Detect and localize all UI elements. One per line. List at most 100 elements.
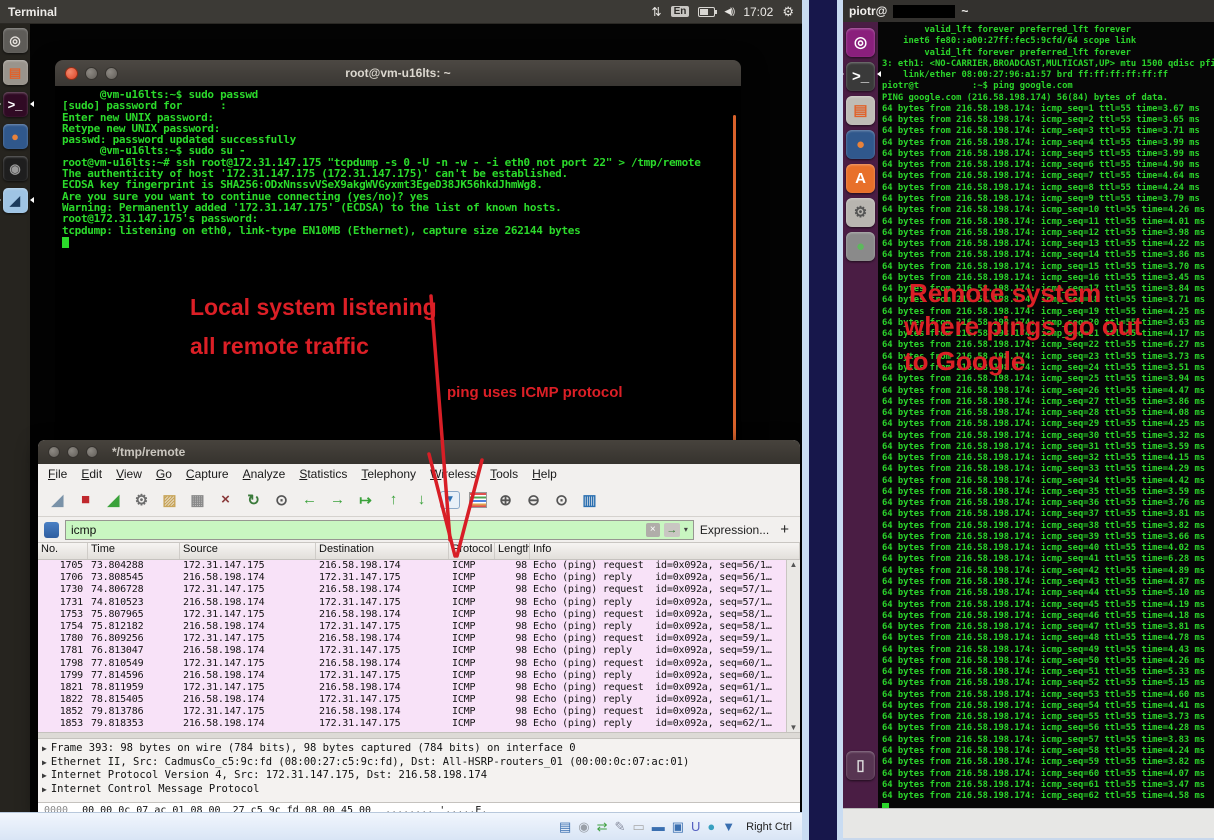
system-settings-icon[interactable]: ⚙	[846, 198, 875, 227]
packet-row[interactable]: 175375.807965172.31.147.175216.58.198.17…	[38, 609, 787, 621]
firefox-icon[interactable]: ●	[3, 124, 28, 149]
column-header-no[interactable]: No.	[38, 543, 88, 559]
open-file-icon[interactable]: ▨	[160, 491, 179, 509]
capture-options-icon[interactable]: ⚙	[132, 491, 151, 509]
status-menu-icon[interactable]: ▼	[722, 820, 735, 833]
menu-wireless[interactable]: Wireless	[430, 467, 476, 481]
go-to-packet-icon[interactable]: ↦	[356, 491, 375, 509]
packet-row[interactable]: 182178.811959172.31.147.175216.58.198.17…	[38, 682, 787, 694]
bookmark-icon[interactable]	[44, 522, 59, 538]
files-icon[interactable]: ▤	[3, 60, 28, 85]
wireshark-titlebar[interactable]: */tmp/remote	[38, 440, 800, 464]
expand-arrow-icon[interactable]: ▶	[42, 785, 47, 794]
packet-row[interactable]: 175475.812182216.58.198.174172.31.147.17…	[38, 621, 787, 633]
wireshark-icon[interactable]: ◢	[3, 188, 28, 213]
close-file-icon[interactable]: ×	[216, 491, 235, 508]
go-last-icon[interactable]: ↓	[412, 491, 431, 508]
detail-row[interactable]: ▶Internet Protocol Version 4, Src: 172.3…	[42, 769, 800, 783]
scroll-up-icon[interactable]: ▲	[790, 560, 798, 569]
menu-file[interactable]: File	[48, 467, 67, 481]
session-gear-icon[interactable]: ⚙	[782, 4, 794, 20]
close-button[interactable]	[48, 446, 60, 458]
filter-input[interactable]: icmp × → ▾	[65, 520, 694, 540]
shared-clipboard-icon[interactable]: ●	[707, 820, 715, 833]
expand-arrow-icon[interactable]: ▶	[42, 744, 47, 753]
filter-dropdown-caret[interactable]: ▾	[684, 525, 688, 534]
expand-arrow-icon[interactable]: ▶	[42, 758, 47, 767]
packet-list-header[interactable]: No.TimeSourceDestinationProtocolLengthIn…	[38, 543, 800, 560]
terminal-icon[interactable]: >_	[846, 62, 875, 91]
menu-help[interactable]: Help	[532, 467, 557, 481]
network-arrows-icon[interactable]: ⇅	[652, 5, 662, 19]
close-button[interactable]	[65, 67, 78, 80]
detail-row[interactable]: ▶Ethernet II, Src: CadmusCo_c5:9c:fd (08…	[42, 756, 800, 770]
zoom-in-icon[interactable]: ⊕	[496, 491, 515, 509]
clear-filter-button[interactable]: ×	[646, 523, 660, 537]
seamless-window-icon[interactable]: ▣	[672, 820, 684, 833]
stop-capture-icon[interactable]: ■	[76, 491, 95, 508]
menu-capture[interactable]: Capture	[186, 467, 229, 481]
camera-app-icon[interactable]: ◉	[3, 156, 28, 181]
guest-additions-icon[interactable]: U	[691, 820, 700, 833]
trash-icon[interactable]: ▯	[846, 751, 875, 780]
packet-row[interactable]: 185279.813786172.31.147.175216.58.198.17…	[38, 706, 787, 718]
packet-row[interactable]: 173174.810523216.58.198.174172.31.147.17…	[38, 597, 787, 609]
save-file-icon[interactable]: ▦	[188, 491, 207, 509]
terminal-scrollbar[interactable]	[733, 115, 736, 450]
restart-capture-icon[interactable]: ◢	[104, 491, 123, 509]
remote-terminal-output[interactable]: valid_lft forever preferred_lft forever …	[878, 22, 1214, 808]
terminal-titlebar[interactable]: root@vm-u16lts: ~	[55, 60, 741, 86]
packet-row[interactable]: 178076.809256172.31.147.175216.58.198.17…	[38, 633, 787, 645]
resize-columns-icon[interactable]: ▥	[580, 491, 599, 509]
auto-scroll-icon[interactable]: ▼	[440, 491, 460, 509]
menu-statistics[interactable]: Statistics	[299, 467, 347, 481]
menu-go[interactable]: Go	[156, 467, 172, 481]
display-icon[interactable]: ▬	[652, 820, 665, 833]
go-first-icon[interactable]: ↑	[384, 491, 403, 508]
colorize-icon[interactable]	[469, 492, 487, 508]
maximize-button[interactable]	[86, 446, 98, 458]
detail-row[interactable]: ▶Frame 393: 98 bytes on wire (784 bits),…	[42, 742, 800, 756]
go-back-icon[interactable]: ←	[300, 491, 319, 508]
find-packet-icon[interactable]: ⊙	[272, 491, 291, 509]
reload-file-icon[interactable]: ↻	[244, 491, 263, 509]
software-updater-icon[interactable]: ●	[846, 232, 875, 261]
menu-view[interactable]: View	[116, 467, 142, 481]
minimize-button[interactable]	[67, 446, 79, 458]
pencil-icon[interactable]: ✎	[615, 820, 626, 833]
files-icon[interactable]: ▤	[846, 96, 875, 125]
detail-row[interactable]: ▶Internet Control Message Protocol	[42, 783, 800, 797]
pane-splitter[interactable]	[38, 732, 800, 739]
firefox-icon[interactable]: ●	[846, 130, 875, 159]
packet-row[interactable]: 179877.810549172.31.147.175216.58.198.17…	[38, 658, 787, 670]
packet-row[interactable]: 173074.806728172.31.147.175216.58.198.17…	[38, 584, 787, 596]
right-vm-titlebar[interactable]: piotr@ ~	[843, 0, 1214, 22]
terminal-output[interactable]: @vm-u16lts:~$ sudo passwd[sudo] password…	[55, 86, 741, 455]
maximize-button[interactable]	[105, 67, 118, 80]
packet-row[interactable]: 170573.804288172.31.147.175216.58.198.17…	[38, 560, 787, 572]
add-filter-button[interactable]: +	[780, 521, 789, 538]
ubuntu-dash-icon[interactable]: ◎	[846, 28, 875, 57]
packet-row[interactable]: 182278.815405216.58.198.174172.31.147.17…	[38, 694, 787, 706]
ubuntu-dash-icon[interactable]: ◎	[3, 28, 28, 53]
battery-icon[interactable]	[698, 7, 715, 17]
column-header-info[interactable]: Info	[530, 543, 800, 559]
software-center-icon[interactable]: A	[846, 164, 875, 193]
packet-row[interactable]: 179977.814596216.58.198.174172.31.147.17…	[38, 670, 787, 682]
expand-arrow-icon[interactable]: ▶	[42, 771, 47, 780]
volume-icon[interactable]: ◀))	[724, 6, 734, 17]
terminal-icon[interactable]: >_	[3, 92, 28, 117]
hard-disk-icon[interactable]: ▤	[559, 820, 571, 833]
zoom-out-icon[interactable]: ⊖	[524, 491, 543, 509]
packet-list-scrollbar[interactable]: ▲ ▼	[786, 560, 800, 732]
column-header-source[interactable]: Source	[180, 543, 316, 559]
network-adapter-icon[interactable]: ⇄	[597, 820, 608, 833]
menu-analyze[interactable]: Analyze	[243, 467, 286, 481]
optical-disc-icon[interactable]: ◉	[578, 820, 589, 833]
clock[interactable]: 17:02	[743, 5, 773, 19]
shared-folder-icon[interactable]: ▭	[632, 820, 644, 833]
column-header-length[interactable]: Length	[495, 543, 530, 559]
packet-row[interactable]: 178176.813047216.58.198.174172.31.147.17…	[38, 645, 787, 657]
keyboard-indicator[interactable]: En	[671, 6, 690, 17]
expression-button[interactable]: Expression...	[700, 523, 769, 537]
